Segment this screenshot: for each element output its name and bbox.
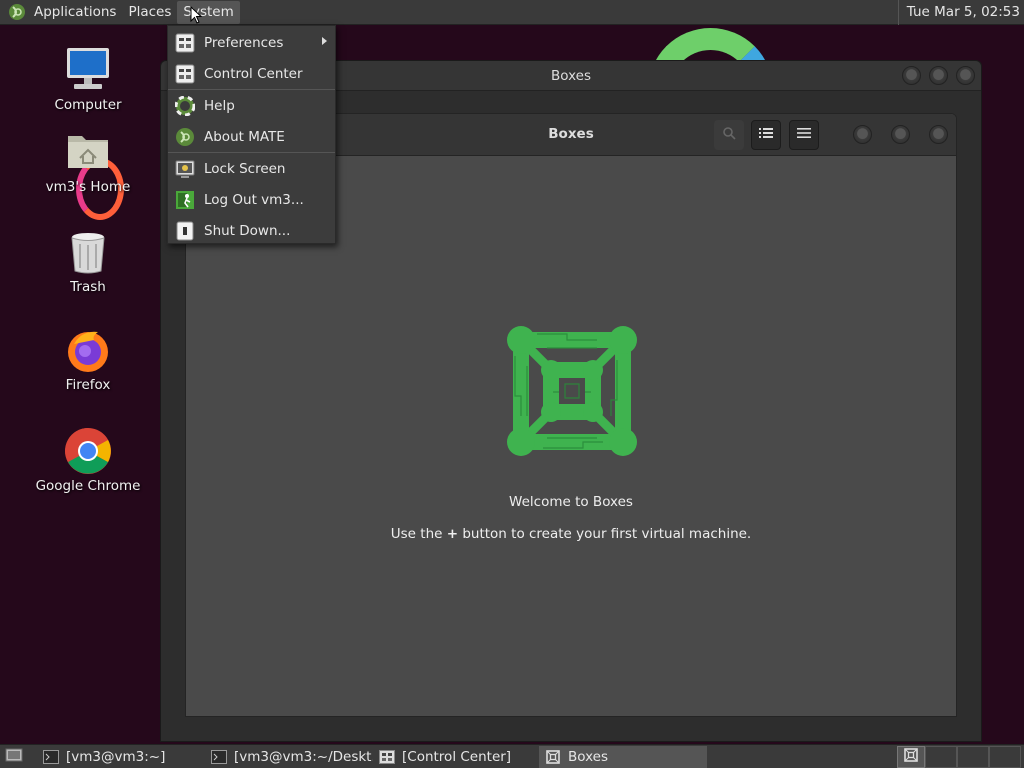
taskbar-item-boxes[interactable]: Boxes — [539, 745, 707, 768]
menu-item-shut-down[interactable]: Shut Down... — [168, 215, 335, 246]
system-dropdown-menu: Preferences Control Center Help About MA… — [167, 25, 336, 244]
welcome-title: Welcome to Boxes — [509, 494, 633, 510]
submenu-arrow-icon — [322, 37, 327, 45]
welcome-subtitle: Use the + button to create your first vi… — [186, 526, 956, 542]
maximize-button[interactable] — [891, 125, 910, 144]
desktop-icon-home[interactable]: vm3's Home — [33, 128, 143, 195]
bottom-panel: [vm3@vm3:~] [vm3@vm3:~/Deskt... [Control… — [0, 744, 1024, 768]
log-out-icon — [174, 189, 196, 211]
minimize-button[interactable] — [902, 66, 921, 85]
taskbar-item-terminal-1[interactable]: [vm3@vm3:~] — [37, 746, 205, 768]
desktop-icon-firefox[interactable]: Firefox — [33, 326, 143, 393]
applications-menu[interactable]: Applications — [28, 1, 122, 24]
show-desktop-button[interactable] — [3, 746, 25, 768]
top-panel: Applications Places System Tue Mar 5, 02… — [0, 0, 1024, 25]
menu-item-lock-screen[interactable]: Lock Screen — [168, 153, 335, 184]
mate-logo-icon — [174, 126, 196, 148]
taskbar-item-control-center[interactable]: [Control Center] — [373, 746, 539, 768]
menu-item-label: Help — [204, 97, 235, 114]
desktop-icon-label: Firefox — [65, 377, 111, 393]
boxes-logo-icon — [507, 326, 637, 456]
welcome-text-pre: Use the — [390, 526, 447, 542]
plus-symbol: + — [446, 526, 459, 542]
workspace-switcher[interactable] — [897, 746, 925, 768]
taskbar-item-label: Boxes — [568, 748, 609, 765]
menu-item-label: Control Center — [204, 65, 303, 82]
places-menu[interactable]: Places — [122, 1, 177, 24]
menu-item-about-mate[interactable]: About MATE — [168, 121, 335, 152]
menu-item-label: Lock Screen — [204, 160, 286, 177]
menu-item-label: Log Out vm3... — [204, 191, 304, 208]
menu-item-preferences[interactable]: Preferences — [168, 27, 335, 58]
lock-screen-icon — [174, 158, 196, 180]
close-button[interactable] — [929, 125, 948, 144]
menu-item-help[interactable]: Help — [168, 90, 335, 121]
menu-item-label: About MATE — [204, 128, 285, 145]
system-menu[interactable]: System — [177, 0, 240, 24]
desktop-icon-label: Trash — [70, 279, 106, 295]
terminal-icon — [43, 749, 59, 764]
welcome-text-post: button to create your first virtual mach… — [458, 526, 752, 542]
desktop-icon-computer[interactable]: Computer — [33, 46, 143, 113]
shut-down-icon — [174, 220, 196, 242]
workspace-2[interactable] — [925, 746, 957, 768]
workspace-3[interactable] — [957, 746, 989, 768]
workspace-4[interactable] — [989, 746, 1021, 768]
menu-item-control-center[interactable]: Control Center — [168, 58, 335, 89]
main-menu-button[interactable] — [789, 120, 819, 150]
search-icon — [722, 126, 736, 144]
boxes-icon — [903, 748, 919, 766]
computer-icon — [64, 46, 112, 94]
hamburger-menu-icon — [797, 127, 811, 143]
menu-item-label: Preferences — [204, 34, 284, 51]
desktop-icon-label: Google Chrome — [35, 478, 141, 494]
menu-item-log-out[interactable]: Log Out vm3... — [168, 184, 335, 215]
trash-icon — [64, 228, 112, 276]
taskbar-item-label: [vm3@vm3:~] — [66, 748, 166, 765]
taskbar-item-terminal-2[interactable]: [vm3@vm3:~/Deskt... — [205, 746, 373, 768]
show-desktop-icon — [5, 747, 23, 767]
list-view-button[interactable] — [751, 120, 781, 150]
maximize-button[interactable] — [929, 66, 948, 85]
firefox-icon — [64, 326, 112, 374]
list-view-icon — [759, 127, 773, 143]
control-center-icon — [174, 63, 196, 85]
taskbar-item-label: [Control Center] — [402, 748, 512, 765]
desktop-icon-chrome[interactable]: Google Chrome — [33, 427, 143, 494]
minimize-button[interactable] — [853, 125, 872, 144]
desktop-icon-label: vm3's Home — [45, 179, 131, 195]
home-folder-icon — [64, 128, 112, 176]
mate-logo-icon[interactable] — [6, 1, 28, 23]
close-button[interactable] — [956, 66, 975, 85]
desktop-icon-label: Computer — [54, 97, 122, 113]
boxes-icon — [545, 749, 561, 764]
menu-item-label: Shut Down... — [204, 222, 291, 239]
chrome-icon — [64, 427, 112, 475]
mouse-cursor-icon — [190, 5, 203, 28]
terminal-icon — [211, 749, 227, 764]
clock[interactable]: Tue Mar 5, 02:53 — [897, 0, 1020, 25]
help-icon — [174, 95, 196, 117]
desktop-icon-trash[interactable]: Trash — [33, 228, 143, 295]
control-center-icon — [379, 749, 395, 764]
preferences-icon — [174, 32, 196, 54]
taskbar-item-label: [vm3@vm3:~/Deskt... — [234, 748, 373, 765]
search-button[interactable] — [714, 120, 744, 150]
